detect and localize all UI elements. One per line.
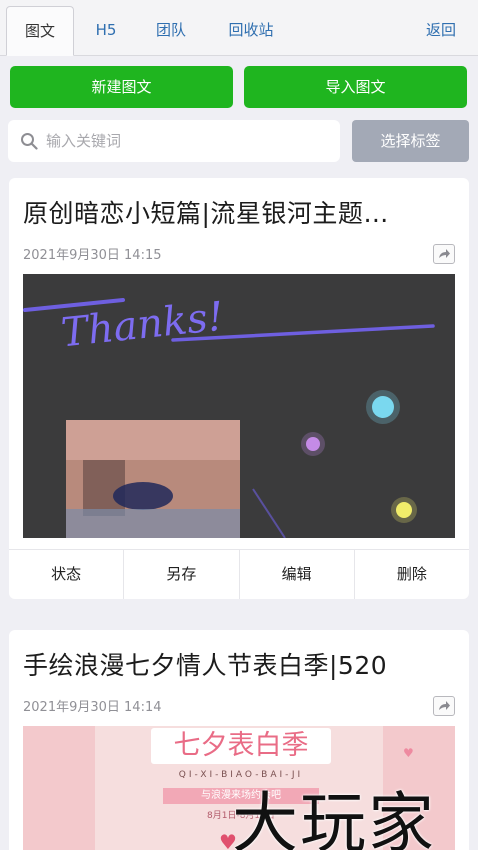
watermark-logo: 大玩家 (232, 785, 436, 850)
article-date: 2021年9月30日 14:15 (23, 248, 162, 263)
new-article-button[interactable]: 新建图文 (10, 66, 233, 108)
tab-articles[interactable]: 图文 (6, 6, 74, 56)
tab-recycle-bin[interactable]: 回收站 (220, 6, 282, 56)
share-icon[interactable] (433, 696, 455, 716)
heart-icon: ♥ (403, 746, 414, 760)
search-icon (21, 133, 38, 150)
search-box[interactable] (8, 120, 340, 162)
article-date: 2021年9月30日 14:14 (23, 700, 162, 715)
cover-curtain-left (23, 726, 95, 850)
share-icon[interactable] (433, 244, 455, 264)
select-tag-button[interactable]: 选择标签 (352, 120, 469, 162)
delete-button[interactable]: 删除 (355, 550, 469, 599)
search-input[interactable] (46, 120, 326, 162)
cover-title: 七夕表白季 (151, 728, 331, 764)
status-button[interactable]: 状态 (9, 550, 125, 599)
save-as-button[interactable]: 另存 (124, 550, 240, 599)
article-card[interactable]: 原创暗恋小短篇|流星银河主题… 2021年9月30日 14:15 Thanks!… (9, 178, 469, 599)
import-article-button[interactable]: 导入图文 (244, 66, 467, 108)
tab-bar: 图文 H5 团队 回收站 返回 (0, 0, 478, 56)
article-title: 原创暗恋小短篇|流星银河主题… (23, 199, 389, 228)
article-cover-image[interactable]: Thanks! (23, 274, 455, 538)
article-title: 手绘浪漫七夕情人节表白季|520 (23, 651, 388, 680)
tab-h5[interactable]: H5 (84, 6, 128, 56)
edit-button[interactable]: 编辑 (240, 550, 355, 599)
article-action-bar: 状态 另存 编辑 删除 (9, 549, 469, 599)
tab-team[interactable]: 团队 (146, 6, 196, 56)
back-link[interactable]: 返回 (426, 6, 456, 56)
app-screen: 图文 H5 团队 回收站 返回 新建图文 导入图文 选择标签 原创暗恋小短篇|流… (0, 0, 478, 850)
